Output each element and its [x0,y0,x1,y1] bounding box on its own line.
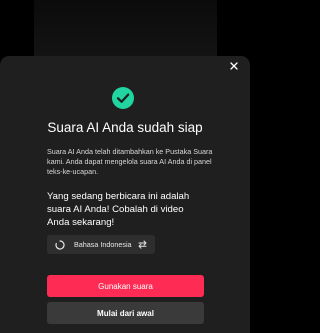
swap-icon [138,240,147,249]
spinner-icon [55,239,65,250]
close-icon [230,62,238,70]
background-video [34,0,217,60]
voice-language-chip[interactable]: Bahasa Indonesia [47,235,155,254]
start-over-button[interactable]: Mulai dari awal [47,302,204,324]
dialog-headline: Yang sedang berbicara ini adalah suara A… [47,191,190,228]
voice-ready-dialog: Suara AI Anda sudah siap Suara AI Anda t… [0,56,250,333]
dialog-description: Suara AI Anda telah ditambahkan ke Pusta… [47,147,213,176]
dialog-title: Suara AI Anda sudah siap [47,120,203,135]
close-button[interactable] [226,58,242,74]
use-voice-button[interactable]: Gunakan suara [47,275,204,297]
voice-language-label: Bahasa Indonesia [74,240,132,249]
check-circle-icon [112,87,134,109]
